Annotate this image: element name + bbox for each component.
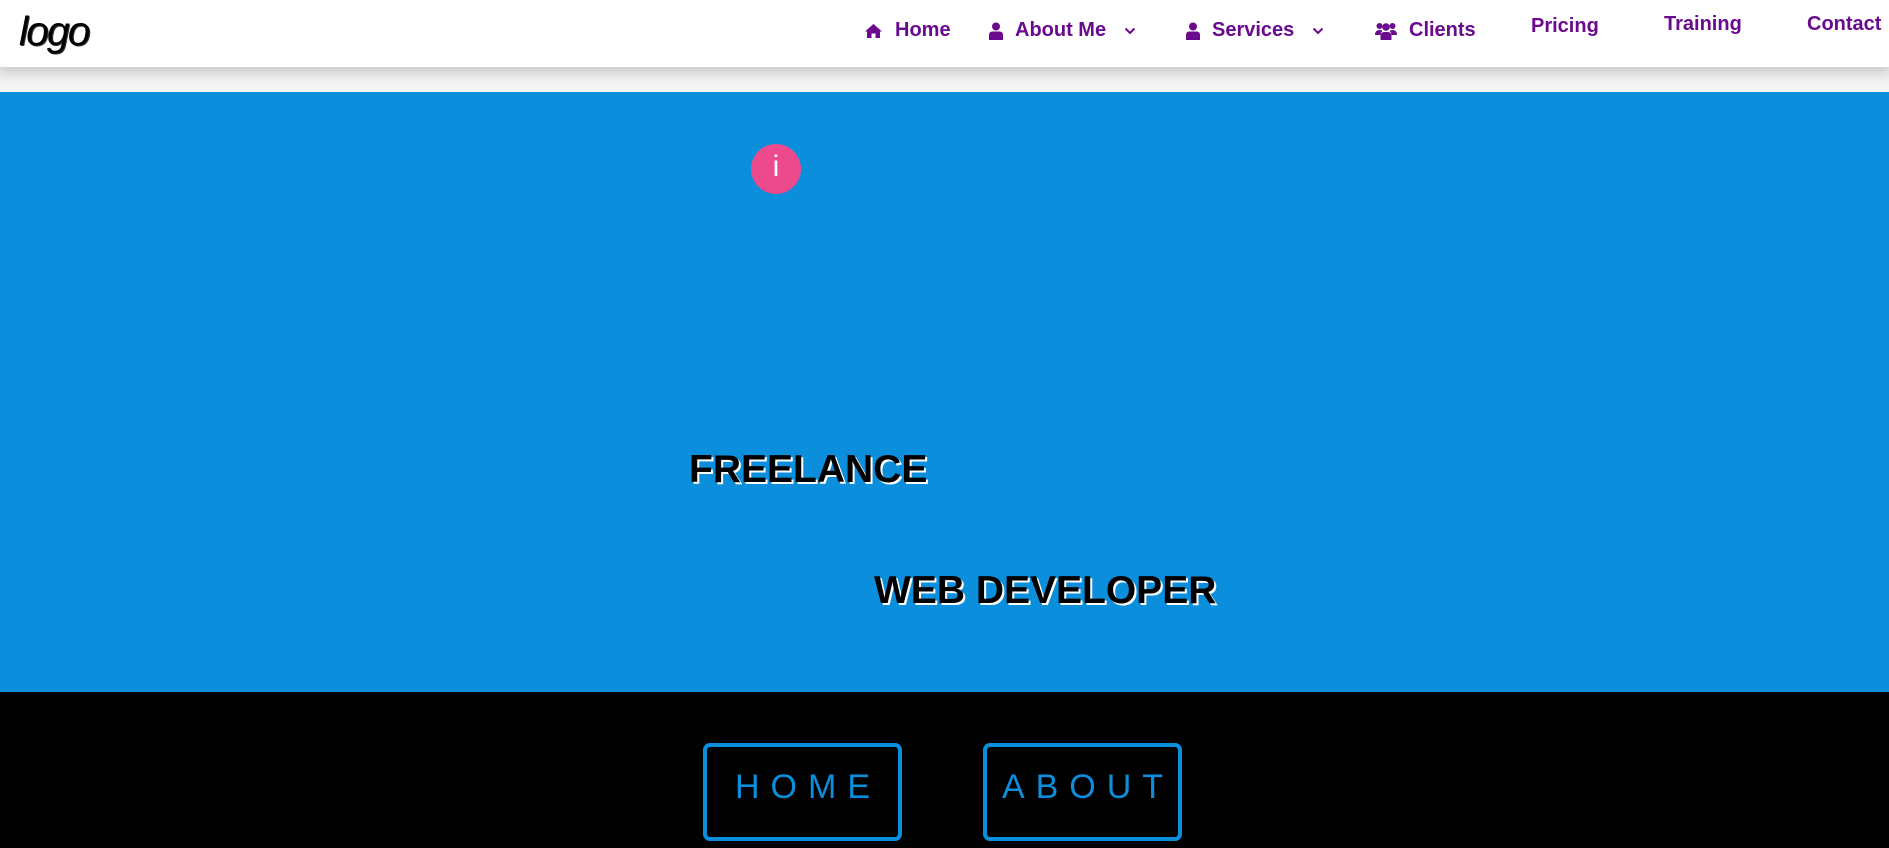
nav-label-training: Training (1664, 13, 1742, 35)
site-logo[interactable]: logo (19, 8, 91, 55)
users-icon (1375, 22, 1397, 40)
nav-label-contact: Contact (1807, 13, 1882, 35)
nav-label-services: Services (1212, 19, 1295, 41)
nav-label-pricing: Pricing (1531, 15, 1599, 37)
nav-label-about-me: About Me (1015, 19, 1107, 41)
header-shadow-strip (0, 67, 1889, 92)
nav-item-contact[interactable]: Contact (1807, 13, 1881, 36)
home-button[interactable]: HOME (703, 743, 902, 841)
home-icon (864, 23, 883, 39)
user-icon (989, 22, 1003, 40)
nav-item-about-me[interactable]: About Me (989, 19, 1136, 42)
nav-label-clients: Clients (1409, 19, 1476, 41)
user-icon (1186, 22, 1200, 40)
chevron-down-icon[interactable] (1312, 27, 1324, 35)
about-button[interactable]: ABOUT (983, 743, 1182, 841)
nav-item-services[interactable]: Services (1186, 19, 1324, 42)
chevron-down-icon[interactable] (1124, 27, 1136, 35)
hero-title-line-2: WEB DEVELOPER (874, 569, 1217, 612)
info-badge-icon[interactable]: i (751, 144, 801, 194)
nav-item-home[interactable]: Home (864, 19, 951, 42)
button-band (0, 692, 1889, 848)
nav-label-home: Home (895, 19, 951, 41)
site-header: logo Home About Me Services Clients Pric… (0, 0, 1889, 67)
nav-item-pricing[interactable]: Pricing (1531, 15, 1599, 38)
nav-item-clients[interactable]: Clients (1375, 19, 1476, 42)
hero-title-line-1: FREELANCE (689, 448, 928, 491)
nav-item-training[interactable]: Training (1664, 13, 1742, 36)
